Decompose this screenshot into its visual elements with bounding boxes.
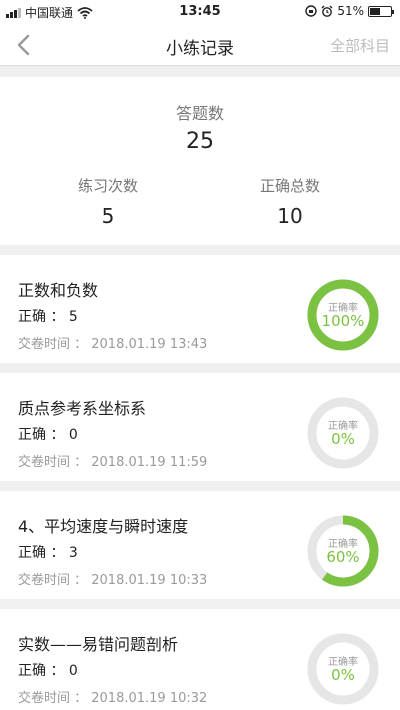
record-card[interactable]: 正数和负数 正确 ： 5 交卷时间 ： 2018.01.19 13:43 正确率… <box>0 255 400 363</box>
record-title: 4、平均速度与瞬时速度 <box>18 517 189 536</box>
accuracy-value: 0% <box>331 430 355 448</box>
alarm-icon <box>321 5 333 17</box>
record-card[interactable]: 实数——易错问题剖析 正确 ： 0 交卷时间 ： 2018.01.19 10:3… <box>0 609 400 710</box>
accuracy-ring: 正确率 0% <box>306 396 380 470</box>
record-title: 质点参考系坐标系 <box>18 399 147 418</box>
practice-count-value: 5 <box>101 204 115 228</box>
record-submit-time: 交卷时间 ： 2018.01.19 13:43 <box>18 337 208 352</box>
record-title: 实数——易错问题剖析 <box>18 635 179 654</box>
record-correct: 正确 ： 0 <box>18 663 78 679</box>
practice-count-label: 练习次数 <box>77 177 138 195</box>
accuracy-value: 100% <box>321 312 365 330</box>
answered-value: 25 <box>186 129 214 154</box>
record-card[interactable]: 4、平均速度与瞬时速度 正确 ： 3 交卷时间 ： 2018.01.19 10:… <box>0 491 400 599</box>
record-title: 正数和负数 <box>18 281 99 300</box>
rotation-lock-icon <box>305 5 318 17</box>
practice-count-block: 练习次数 5 <box>8 175 208 228</box>
status-bar: 中国联通 13:45 51% <box>0 0 400 24</box>
record-correct: 正确 ： 5 <box>18 309 78 325</box>
record-correct: 正确 ： 3 <box>18 545 78 561</box>
record-submit-time: 交卷时间 ： 2018.01.19 10:33 <box>18 573 208 588</box>
correct-total-block: 正确总数 10 <box>190 175 390 228</box>
accuracy-ring: 正确率 100% <box>306 278 380 352</box>
status-right: 51% <box>305 4 394 18</box>
accuracy-value: 60% <box>326 548 360 566</box>
record-correct: 正确 ： 0 <box>18 427 78 443</box>
nav-bar: 小练记录 全部科目 <box>0 24 400 66</box>
accuracy-ring: 正确率 0% <box>306 632 380 706</box>
battery-fill <box>370 7 381 15</box>
all-subjects-button[interactable]: 全部科目 <box>330 35 390 56</box>
record-card[interactable]: 质点参考系坐标系 正确 ： 0 交卷时间 ： 2018.01.19 11:59 … <box>0 373 400 481</box>
accuracy-value: 0% <box>331 666 355 684</box>
correct-total-value: 10 <box>277 204 303 228</box>
summary-panel: 答题数 25 练习次数 5 正确总数 10 <box>0 77 400 245</box>
accuracy-ring: 正确率 60% <box>306 514 380 588</box>
battery-percent: 51% <box>337 4 364 18</box>
battery-icon <box>368 5 394 17</box>
record-submit-time: 交卷时间 ： 2018.01.19 11:59 <box>18 455 208 470</box>
correct-total-label: 正确总数 <box>259 177 320 195</box>
answered-label: 答题数 <box>175 104 224 123</box>
record-submit-time: 交卷时间 ： 2018.01.19 10:32 <box>18 691 208 706</box>
